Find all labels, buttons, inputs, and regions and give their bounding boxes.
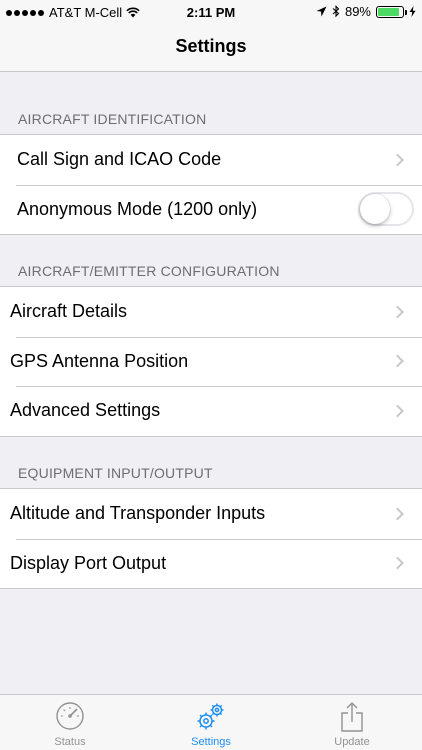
section-header-equipment-input-output: EQUIPMENT INPUT/OUTPUT (18, 465, 213, 481)
chevron-right-icon (391, 404, 404, 418)
toggle-knob (360, 194, 390, 225)
row-anonymous-mode: Anonymous Mode (1200 only) (0, 184, 422, 235)
status-bar: AT&T M-Cell 2:11 PM 89% (0, 0, 422, 24)
row-label: Aircraft Details (10, 301, 128, 322)
battery-percent: 89% (344, 4, 371, 19)
row-label: Call Sign and ICAO Code (17, 149, 222, 170)
charging-bolt-icon (409, 6, 416, 17)
gears-icon (197, 703, 224, 730)
tab-label: Status (54, 736, 86, 748)
row-label: GPS Antenna Position (10, 350, 189, 371)
location-arrow-icon (316, 6, 327, 17)
tab-label: Update (334, 736, 370, 748)
chevron-right-icon (391, 354, 404, 368)
row-call-sign[interactable]: Call Sign and ICAO Code (0, 135, 422, 185)
row-aircraft-details[interactable]: Aircraft Details (0, 287, 422, 337)
row-label: Anonymous Mode (1200 only) (17, 198, 258, 219)
row-label: Altitude and Transponder Inputs (10, 503, 266, 524)
row-altitude-transponder-inputs[interactable]: Altitude and Transponder Inputs (0, 489, 422, 539)
section-header-aircraft-identification: AIRCRAFT IDENTIFICATION (18, 111, 207, 127)
group-equipment-input-output: Altitude and Transponder Inputs Display … (0, 488, 422, 589)
battery-icon (376, 5, 407, 18)
chevron-right-icon (391, 153, 404, 167)
row-advanced-settings[interactable]: Advanced Settings (0, 386, 422, 436)
chevron-right-icon (391, 556, 404, 570)
group-aircraft-identification: Call Sign and ICAO Code Anonymous Mode (… (0, 134, 422, 235)
tab-bar: Status Settings Update (0, 694, 422, 750)
row-label: Advanced Settings (10, 400, 161, 421)
chevron-right-icon (391, 305, 404, 319)
row-display-port-output[interactable]: Display Port Output (0, 538, 422, 589)
status-right: 89% (316, 4, 416, 19)
bluetooth-icon (332, 5, 340, 18)
section-header-aircraft-emitter-configuration: AIRCRAFT/EMITTER CONFIGURATION (18, 263, 280, 279)
share-upload-icon (341, 702, 363, 732)
anonymous-mode-toggle[interactable] (358, 192, 414, 227)
tab-label: Settings (191, 736, 231, 748)
row-gps-antenna-position[interactable]: GPS Antenna Position (0, 336, 422, 387)
tab-status[interactable]: Status (0, 695, 140, 750)
chevron-right-icon (391, 507, 404, 521)
navigation-bar: Settings (0, 24, 422, 72)
group-aircraft-emitter-configuration: Aircraft Details GPS Antenna Position Ad… (0, 286, 422, 437)
page-title: Settings (175, 36, 247, 56)
battery-fill (378, 7, 400, 16)
gauge-icon (56, 702, 84, 730)
tab-settings[interactable]: Settings (141, 695, 281, 750)
tab-update[interactable]: Update (282, 695, 422, 750)
row-label: Display Port Output (10, 552, 167, 573)
